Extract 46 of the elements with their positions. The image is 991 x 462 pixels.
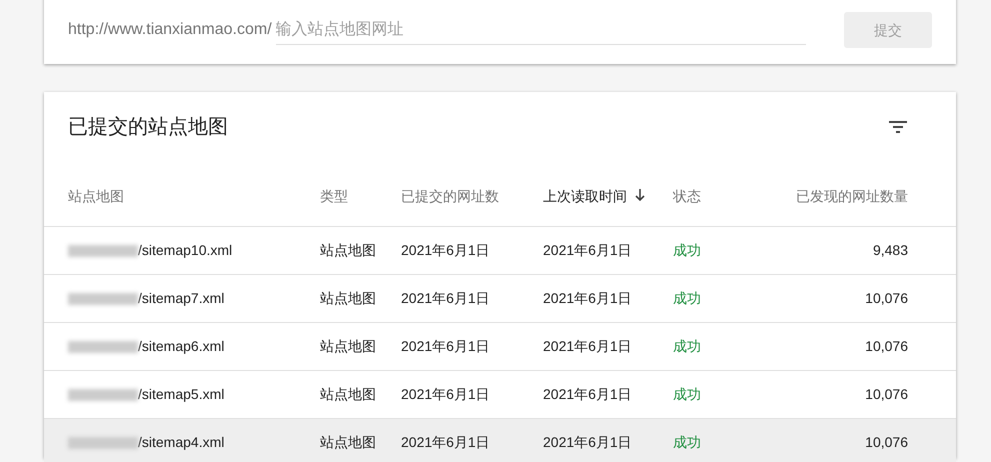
- count-cell: 10,076: [865, 386, 908, 402]
- type-cell: 站点地图: [320, 338, 376, 354]
- date-cell: 2021年6月1日: [543, 242, 632, 258]
- date-cell: 2021年6月1日: [543, 290, 632, 306]
- count-cell: 10,076: [865, 290, 908, 306]
- date-cell: 2021年6月1日: [401, 338, 490, 354]
- column-header[interactable]: 已提交的网址数: [401, 188, 499, 204]
- redacted-text-block: [68, 388, 138, 401]
- sitemap-path[interactable]: /sitemap10.xml: [138, 242, 232, 258]
- column-header[interactable]: 状态: [673, 188, 701, 204]
- type-cell: 站点地图: [320, 434, 376, 450]
- date-cell: 2021年6月1日: [401, 290, 490, 306]
- sitemap-path[interactable]: /sitemap7.xml: [138, 290, 224, 306]
- redacted-text-block: [68, 292, 138, 305]
- date-cell: 2021年6月1日: [401, 434, 490, 450]
- sitemap-url-field[interactable]: 输入站点地图网址: [276, 16, 806, 44]
- type-cell: 站点地图: [320, 386, 376, 402]
- status-cell: 成功: [673, 434, 701, 450]
- sitemap-path[interactable]: /sitemap6.xml: [138, 338, 224, 354]
- date-cell: 2021年6月1日: [401, 386, 490, 402]
- column-header[interactable]: 上次读取时间: [543, 188, 627, 204]
- redacted-text-block: [68, 436, 138, 449]
- count-cell: 10,076: [865, 338, 908, 354]
- count-cell: 9,483: [872, 242, 908, 258]
- redacted-text-block: [68, 340, 138, 353]
- column-header[interactable]: 类型: [320, 188, 348, 204]
- sitemap-path[interactable]: /sitemap4.xml: [138, 434, 224, 450]
- count-cell: 10,076: [865, 434, 908, 450]
- filter-icon[interactable]: [888, 120, 908, 134]
- url-prefix: http://www.tianxianmao.com/: [68, 20, 272, 40]
- status-cell: 成功: [673, 386, 701, 402]
- type-cell: 站点地图: [320, 290, 376, 306]
- redacted-text-block: [68, 244, 138, 257]
- status-cell: 成功: [673, 290, 701, 306]
- column-header[interactable]: 已发现的网址数量: [796, 188, 908, 204]
- status-cell: 成功: [673, 338, 701, 354]
- column-header[interactable]: 站点地图: [68, 188, 124, 204]
- type-cell: 站点地图: [320, 242, 376, 258]
- sort-down-arrow-icon[interactable]: [635, 189, 645, 202]
- date-cell: 2021年6月1日: [543, 386, 632, 402]
- date-cell: 2021年6月1日: [543, 434, 632, 450]
- date-cell: 2021年6月1日: [543, 338, 632, 354]
- status-cell: 成功: [673, 242, 701, 258]
- sitemap-path[interactable]: /sitemap5.xml: [138, 386, 224, 402]
- date-cell: 2021年6月1日: [401, 242, 490, 258]
- card-title: 已提交的站点地图: [68, 115, 228, 140]
